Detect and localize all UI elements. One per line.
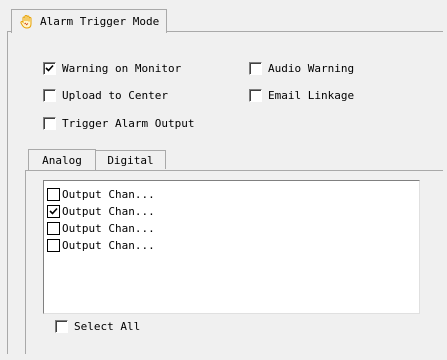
- checkmark-icon: [45, 64, 54, 72]
- output-channel-list[interactable]: Output Chan... Output Chan... Output Cha…: [43, 180, 420, 314]
- list-item[interactable]: Output Chan...: [44, 186, 419, 203]
- select-all-label: Select All: [74, 319, 141, 333]
- list-item[interactable]: Output Chan...: [44, 203, 419, 220]
- upload-to-center-checkbox[interactable]: Upload to Center: [43, 87, 168, 103]
- checkbox-box[interactable]: [47, 222, 60, 235]
- select-all-checkbox[interactable]: Select All: [55, 318, 140, 334]
- tab-analog[interactable]: Analog: [28, 149, 96, 170]
- checkbox-box[interactable]: [47, 188, 60, 201]
- email-linkage-label: Email Linkage: [268, 88, 355, 102]
- checkbox-box[interactable]: [43, 116, 56, 130]
- checkbox-box[interactable]: [47, 205, 60, 218]
- list-item[interactable]: Output Chan...: [44, 237, 419, 254]
- checkmark-icon: [49, 207, 58, 215]
- tab-digital[interactable]: Digital: [95, 150, 166, 169]
- tab-label: Alarm Trigger Mode: [40, 15, 160, 28]
- tab-digital-label: Digital: [107, 153, 154, 167]
- checkbox-box[interactable]: [249, 88, 262, 102]
- audio-warning-label: Audio Warning: [268, 61, 355, 75]
- checkbox-box[interactable]: [47, 239, 60, 252]
- tab-analog-label: Analog: [42, 153, 82, 167]
- warning-on-monitor-checkbox[interactable]: Warning on Monitor: [43, 60, 181, 76]
- trigger-alarm-output-checkbox[interactable]: Trigger Alarm Output: [43, 115, 194, 131]
- audio-warning-checkbox[interactable]: Audio Warning: [249, 60, 354, 76]
- list-item[interactable]: Output Chan...: [44, 220, 419, 237]
- email-linkage-checkbox[interactable]: Email Linkage: [249, 87, 354, 103]
- output-channel-label: Output Chan...: [62, 188, 155, 201]
- output-channel-label: Output Chan...: [62, 222, 155, 235]
- output-channel-label: Output Chan...: [62, 239, 155, 252]
- tab-alarm-trigger-mode[interactable]: Alarm Trigger Mode: [11, 9, 167, 33]
- checkbox-box[interactable]: [249, 61, 262, 75]
- warning-on-monitor-label: Warning on Monitor: [62, 61, 182, 75]
- output-channel-label: Output Chan...: [62, 205, 155, 218]
- upload-to-center-label: Upload to Center: [62, 88, 168, 102]
- hand-icon: [20, 14, 32, 29]
- checkbox-box[interactable]: [55, 319, 68, 333]
- checkbox-box[interactable]: [43, 88, 56, 102]
- checkbox-box[interactable]: [43, 61, 56, 75]
- trigger-alarm-output-label: Trigger Alarm Output: [62, 116, 195, 130]
